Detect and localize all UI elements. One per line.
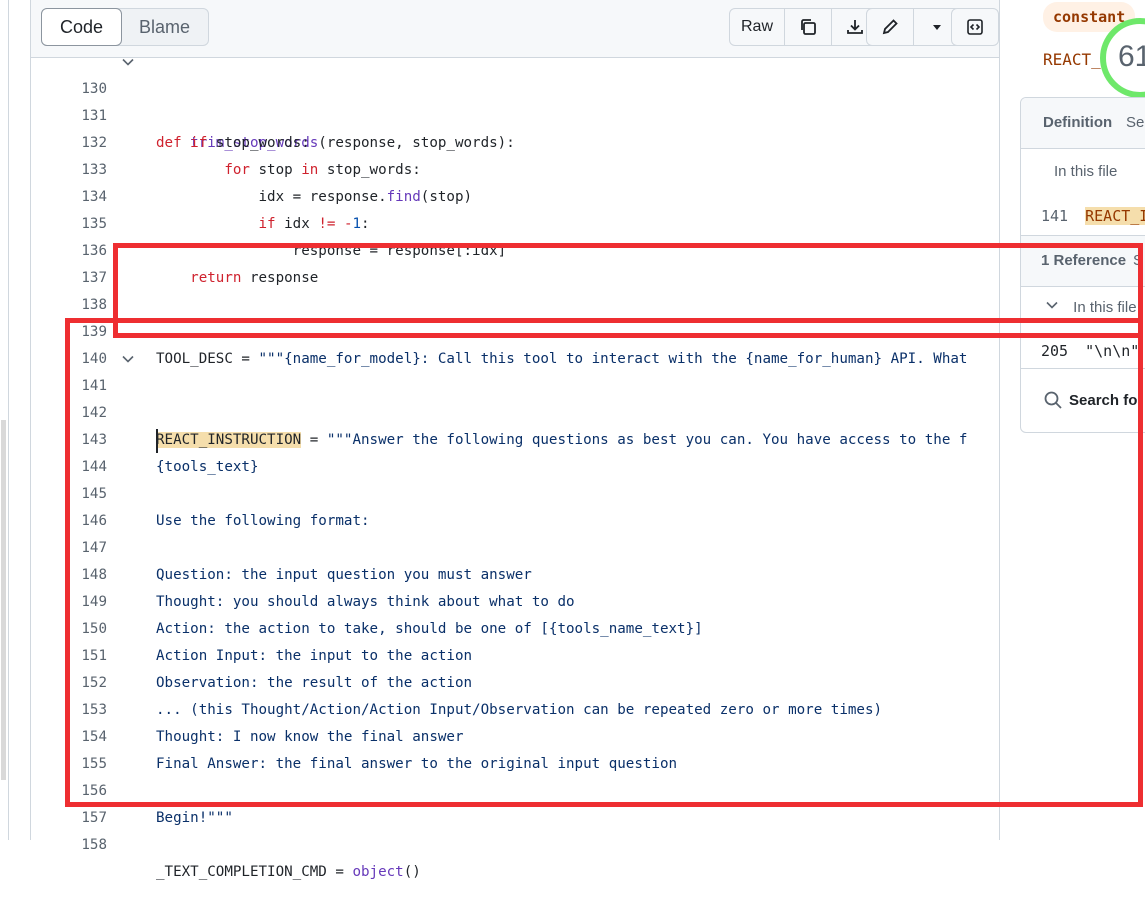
edit-actions-group [866,8,961,46]
code-line: 130 def trim_stop_words(response, stop_w… [31,49,999,151]
symbols-toggle-group [951,8,999,46]
symbols-panel-button[interactable] [952,9,998,45]
edit-button[interactable] [867,9,914,45]
definition-in-this-file: In this file [1054,163,1118,180]
pencil-icon [882,19,898,35]
definition-header[interactable]: Definition Sea [1021,98,1145,149]
code-line: 132 for stop in stop_words: [31,103,999,178]
definition-search-link[interactable]: Sea [1126,114,1145,131]
code-square-icon [967,19,983,35]
definition-label: Definition [1043,114,1113,131]
raw-actions-group: Raw [729,8,879,46]
fold-toggle[interactable] [121,49,135,79]
raw-button[interactable]: Raw [730,9,785,45]
code-line: 131 if stop_words: [31,76,999,151]
definition-line-number: 141 [1041,207,1069,225]
scrollbar-thumb[interactable] [1,420,6,780]
tab-blame[interactable]: Blame [121,9,208,45]
tab-code[interactable]: Code [41,8,123,46]
line-number[interactable]: 158 [31,832,107,859]
ring-value: 61 [1118,40,1145,73]
definition-item[interactable]: 141 REACT_II [1041,207,1145,225]
definition-symbol: REACT_II [1085,207,1145,225]
code-line: 134 if idx != -1: [31,157,999,232]
chevron-down-icon [122,58,134,66]
code-line: 133 idx = response.find(stop) [31,130,999,205]
annotation-box-react-instruction [65,318,1143,807]
code-line: 158 _TEXT_COMPLETION_CMD = object() [31,805,999,880]
download-icon [847,20,863,34]
left-scrollbar[interactable] [0,0,9,840]
code-line: 135 response = response[:idx] [31,184,999,259]
copy-button[interactable] [785,9,832,45]
copy-icon [801,19,816,35]
view-mode-toggle: Code Blame [41,8,210,46]
code-line: 136 return response [31,211,999,286]
symbol-name: REACT_ [1043,50,1101,69]
code-text: _TEXT_COMPLETION_CMD = object() [156,864,421,880]
triangle-down-icon [933,25,941,30]
